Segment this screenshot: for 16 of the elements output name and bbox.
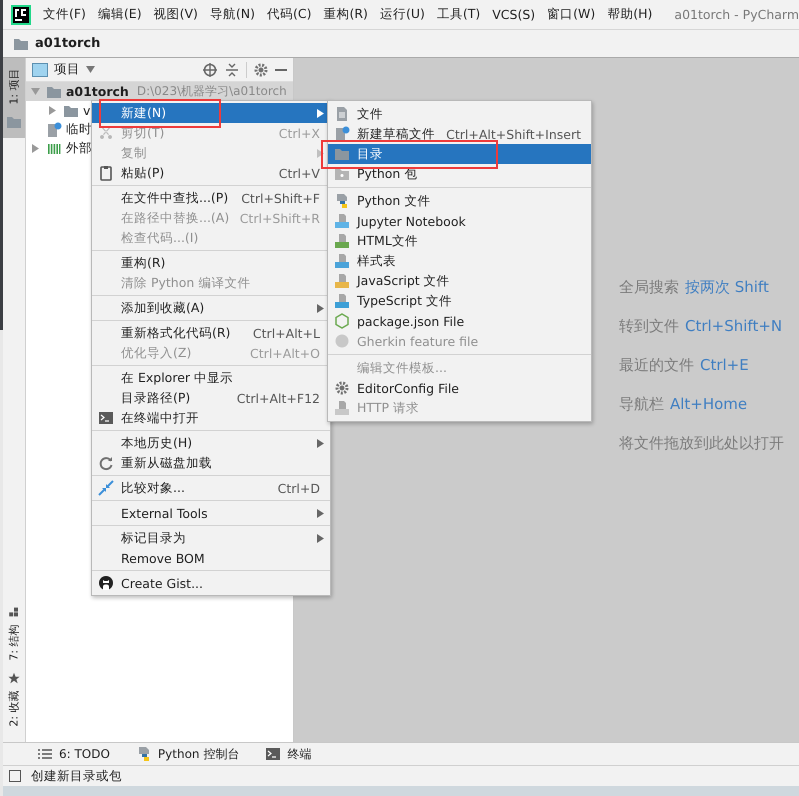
hint-label: 最近的文件 [618, 356, 694, 376]
tree-path: D:\023\机器学习\a01torch [136, 83, 287, 100]
hint-shortcut: Ctrl+Shift+N [684, 317, 782, 337]
window-title: a01torch - PyCharm [674, 7, 799, 22]
hint-label: 将文件拖放到此处以打开 [618, 434, 784, 454]
tree-label: 临时 [66, 121, 92, 138]
hint-shortcut: 按两次 Shift [684, 278, 769, 298]
hint-label: 导航栏 [618, 395, 664, 415]
status-message: 创建新目录或包 [30, 768, 122, 784]
hint-shortcut: Alt+Home [670, 395, 748, 415]
tree-label: 外部 [66, 140, 92, 157]
hint-label: 全局搜索 [618, 278, 679, 298]
hint-label: 转到文件 [618, 317, 679, 337]
hint-shortcut: Ctrl+E [700, 356, 749, 376]
tree-label: v [82, 103, 90, 118]
tree-label: a01torch [66, 84, 129, 99]
